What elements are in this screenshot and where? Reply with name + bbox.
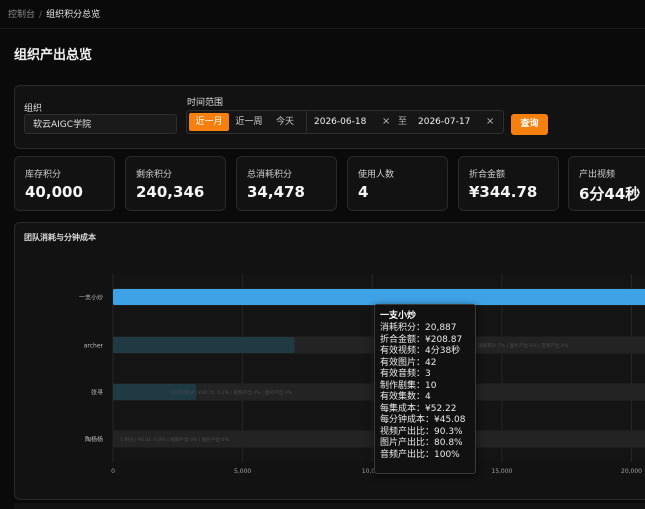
- category-label: 一支小炒: [79, 294, 103, 302]
- row-note: 3,075 积分 | ¥30.75 ·5.2% | 视频产出·0% | 图片产出…: [170, 389, 293, 396]
- tooltip-row: 音频产出比：100%: [380, 449, 460, 460]
- bar: [113, 337, 295, 353]
- tooltip-row: 每集成本：¥52.22: [380, 403, 457, 414]
- x-tick-label: 15,000: [491, 468, 512, 475]
- tooltip-row: 折合金额：¥208.87: [380, 334, 463, 345]
- category-label: 陶杨杨: [85, 436, 103, 444]
- category-label: archer: [84, 343, 104, 350]
- tooltip-row: 有效音频：3: [380, 369, 431, 379]
- tooltip-row: 制作剧集：10: [380, 380, 437, 391]
- tooltip-row: 每分钟成本：¥45.08: [380, 415, 466, 425]
- bar: [113, 289, 645, 305]
- row-note: 1 积分 | ¥0.01 ·0.0% | 视频产出·0% | 图片产出·0%: [120, 436, 230, 443]
- tooltip-row: 视频产出比：90.3%: [380, 426, 463, 437]
- x-tick-label: 5,000: [234, 468, 251, 475]
- tooltip-title: 一支小炒: [380, 311, 417, 321]
- tooltip-row: 消耗积分：20,887: [380, 323, 457, 333]
- x-tick-label: 20,000: [621, 468, 642, 475]
- row-note: 消耗积分·7% | 图片产出·6% | 音频产出·4%: [478, 342, 569, 349]
- x-tick-label: 0: [111, 468, 115, 475]
- tooltip-row: 图片产出比：80.8%: [380, 438, 463, 448]
- tooltip-row: 有效集数：4: [380, 392, 431, 402]
- tooltip-row: 有效视频：4分38秒: [380, 346, 461, 356]
- team-consumption-chart: 一支小炒20,8archer消耗积分·7% | 图片产出·6% | 音频产出·4…: [79, 274, 645, 475]
- next-panel-edge: [14, 503, 645, 509]
- category-label: 张寻: [91, 389, 103, 397]
- tooltip-row: 有效图片：42: [380, 357, 437, 368]
- chart-tooltip: 一支小炒 消耗积分：20,887 折合金额：¥208.87 有效视频：4分38秒 有效…: [374, 304, 476, 474]
